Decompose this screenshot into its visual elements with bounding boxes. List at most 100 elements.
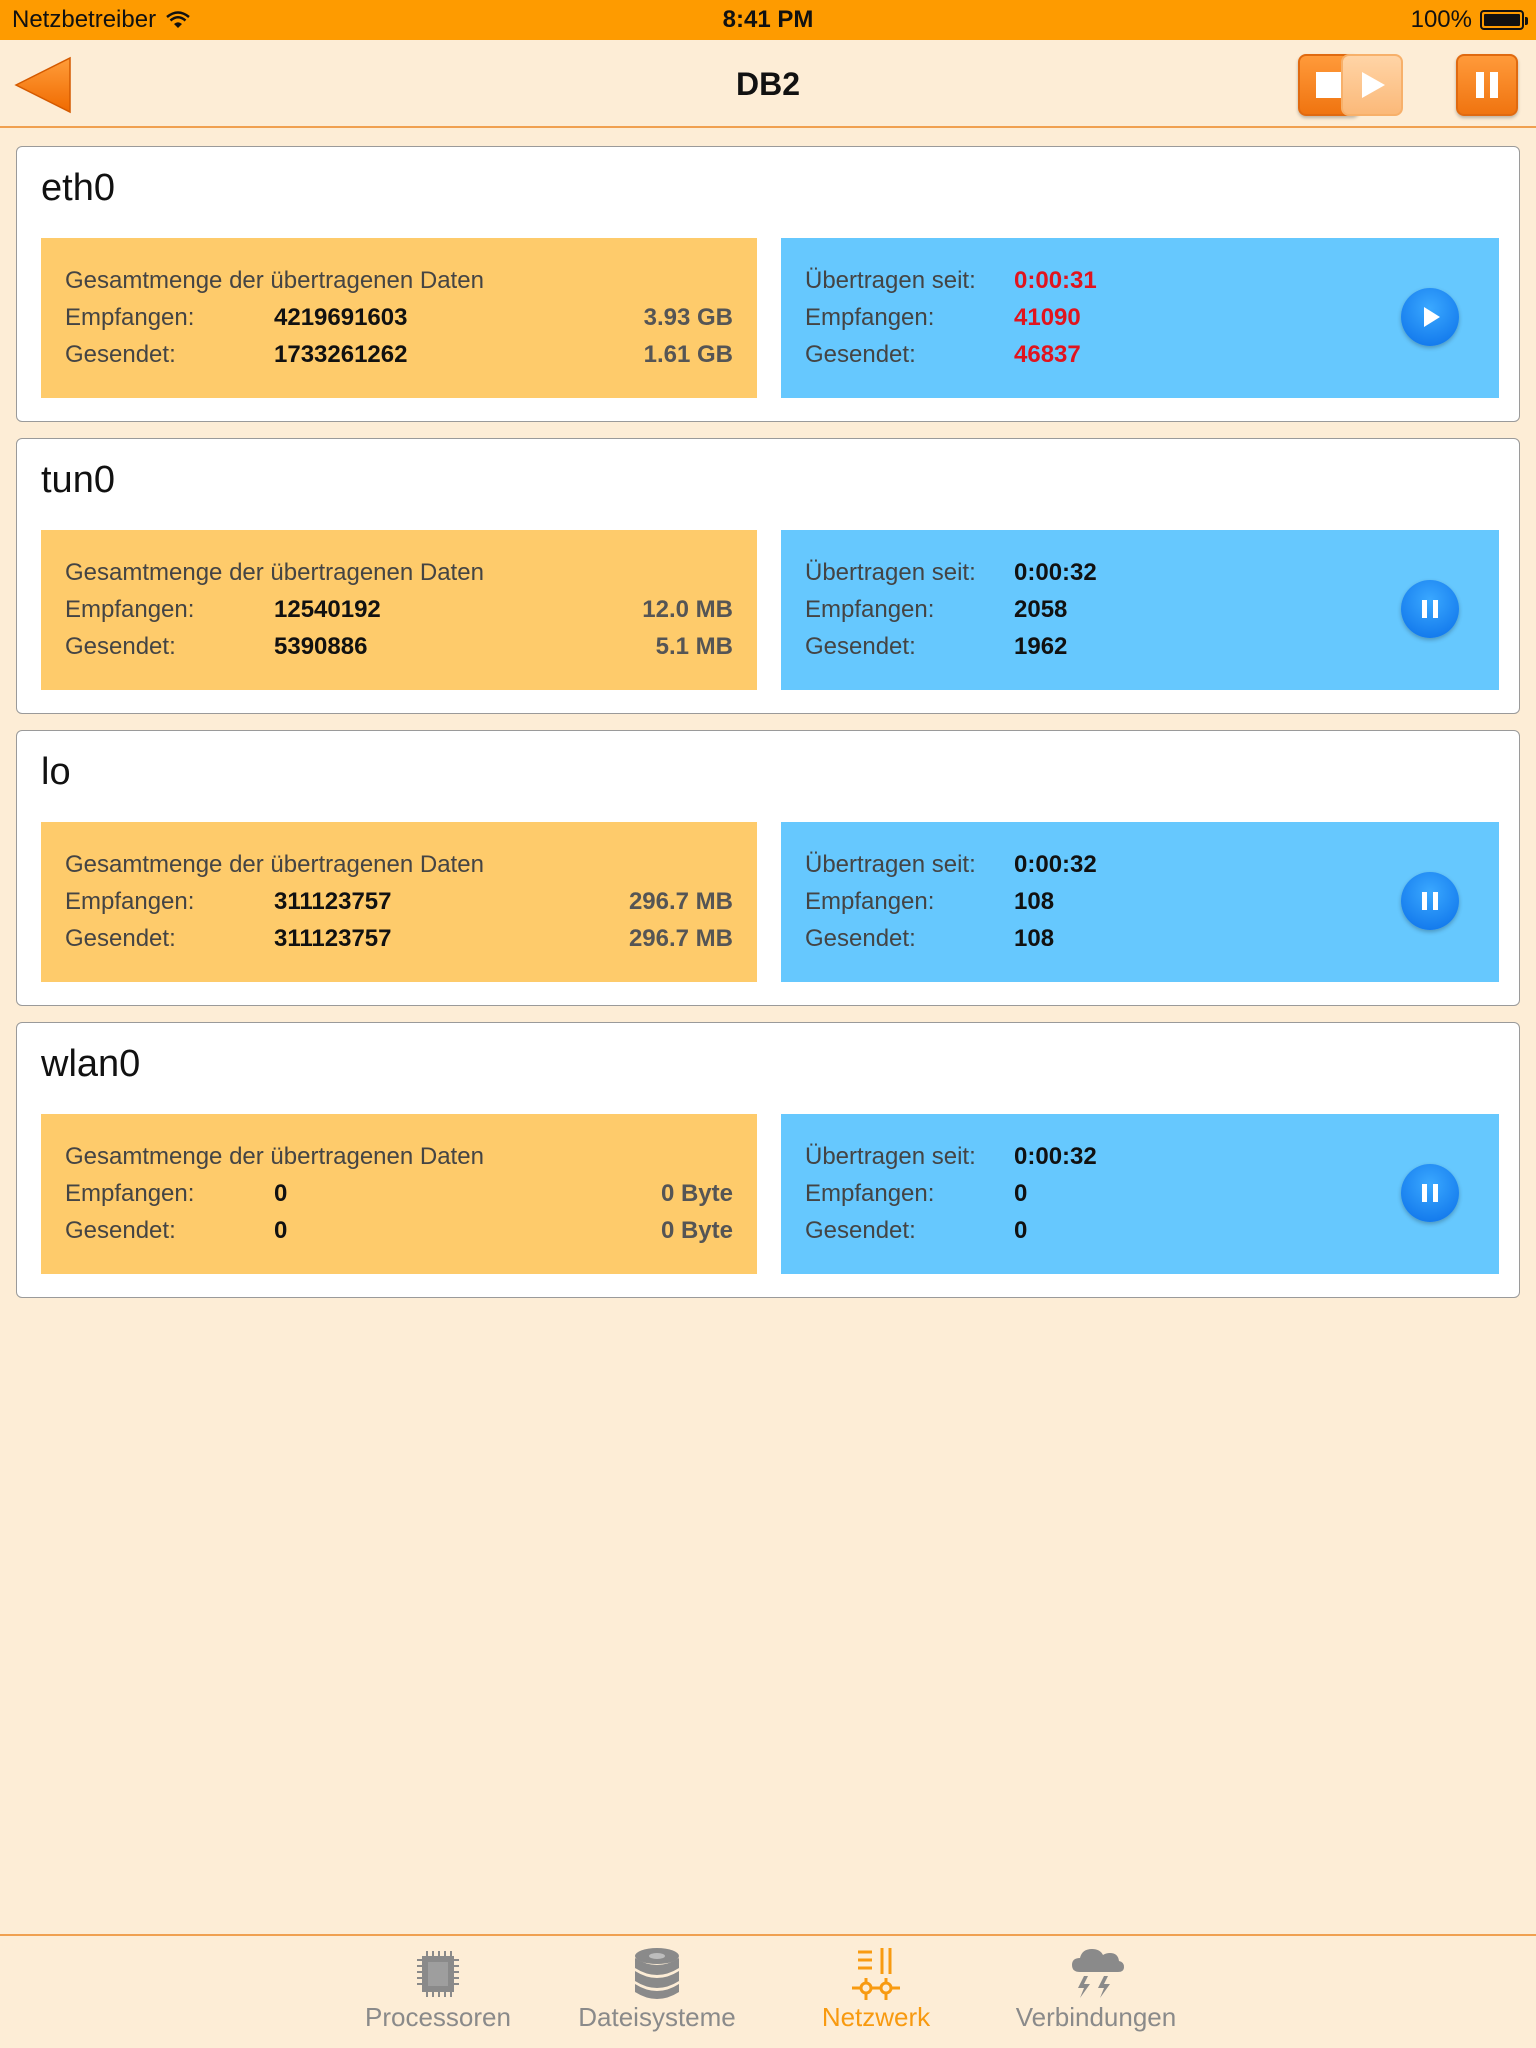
live-sent-label: Gesendet:: [805, 925, 916, 952]
play-all-button[interactable]: [1341, 54, 1403, 116]
tab-label: Dateisysteme: [578, 2002, 736, 2032]
live-sent-value: 46837: [1014, 341, 1081, 368]
received-size: 296.7 MB: [628, 888, 733, 915]
tab-label: Netzwerk: [821, 2002, 931, 2032]
live-sent-value: 108: [1014, 925, 1055, 952]
live-received-value: 0: [1014, 1180, 1028, 1207]
pause-button[interactable]: [1401, 580, 1459, 638]
since-value: 0:00:32: [1014, 559, 1097, 586]
clock: 8:41 PM: [722, 6, 814, 33]
received-size: 3.93 GB: [643, 304, 733, 331]
total-data-panel: Gesamtmenge der übertragenen Daten Empfa…: [41, 238, 757, 398]
interface-card-lo: lo Gesamtmenge der übertragenen Daten Em…: [16, 730, 1520, 1006]
interface-name: eth0: [41, 167, 115, 209]
live-received-value: 2058: [1014, 596, 1068, 623]
pause-button[interactable]: [1401, 1164, 1459, 1222]
received-bytes: 12540192: [274, 596, 381, 623]
received-bytes: 311123757: [274, 888, 392, 915]
pause-icon: [1422, 892, 1438, 910]
live-data-panel: Übertragen seit: 0:00:31 Empfangen: 4109…: [781, 238, 1499, 398]
since-label: Übertragen seit:: [805, 1143, 976, 1170]
tab-label: Verbindungen: [1015, 2002, 1177, 2032]
interface-name: lo: [41, 751, 71, 793]
total-data-panel: Gesamtmenge der übertragenen Daten Empfa…: [41, 1114, 757, 1274]
total-heading: Gesamtmenge der übertragenen Daten: [65, 267, 484, 294]
pause-icon: [1422, 1184, 1438, 1202]
sent-bytes: 5390886: [274, 633, 368, 660]
sent-bytes: 0: [274, 1217, 288, 1244]
tab-label: Processoren: [365, 2002, 511, 2032]
since-label: Übertragen seit:: [805, 559, 976, 586]
interface-card-wlan0: wlan0 Gesamtmenge der übertragenen Daten…: [16, 1022, 1520, 1298]
sent-label: Gesendet:: [65, 341, 176, 368]
interface-name: tun0: [41, 459, 115, 501]
sent-size: 5.1 MB: [655, 633, 733, 660]
live-received-label: Empfangen:: [805, 1180, 935, 1207]
received-size: 12.0 MB: [642, 596, 733, 623]
live-sent-value: 0: [1014, 1217, 1028, 1244]
storm-cloud-icon: [1072, 1949, 1124, 1998]
database-icon: [635, 1948, 679, 1999]
pause-icon: [1476, 72, 1498, 98]
live-data-panel: Übertragen seit: 0:00:32 Empfangen: 2058…: [781, 530, 1499, 690]
network-icon: [852, 1948, 900, 2000]
live-received-label: Empfangen:: [805, 888, 935, 915]
total-heading: Gesamtmenge der übertragenen Daten: [65, 559, 484, 586]
received-label: Empfangen:: [65, 304, 195, 331]
received-bytes: 4219691603: [274, 304, 408, 331]
tab-bar: Processoren Dateisysteme Netzwerk Verbin…: [0, 1934, 1536, 2048]
sent-label: Gesendet:: [65, 925, 176, 952]
since-value: 0:00:32: [1014, 851, 1097, 878]
resume-button[interactable]: [1401, 288, 1459, 346]
interface-card-tun0: tun0 Gesamtmenge der übertragenen Daten …: [16, 438, 1520, 714]
live-sent-label: Gesendet:: [805, 341, 916, 368]
live-data-panel: Übertragen seit: 0:00:32 Empfangen: 108 …: [781, 822, 1499, 982]
play-icon: [1362, 72, 1385, 98]
interface-card-eth0: eth0 Gesamtmenge der übertragenen Daten …: [16, 146, 1520, 422]
pause-all-button[interactable]: [1456, 54, 1518, 116]
pause-icon: [1422, 600, 1438, 618]
total-data-panel: Gesamtmenge der übertragenen Daten Empfa…: [41, 530, 757, 690]
since-label: Übertragen seit:: [805, 267, 976, 294]
since-value: 0:00:31: [1014, 267, 1097, 294]
live-sent-value: 1962: [1014, 633, 1068, 660]
battery-icon: [1480, 10, 1528, 30]
live-sent-label: Gesendet:: [805, 633, 916, 660]
live-received-value: 41090: [1014, 304, 1081, 331]
sent-bytes: 1733261262: [274, 341, 408, 368]
tab-verbindungen[interactable]: Verbindungen: [996, 1944, 1196, 2044]
sent-size: 296.7 MB: [628, 925, 733, 952]
live-sent-label: Gesendet:: [805, 1217, 916, 1244]
received-label: Empfangen:: [65, 888, 195, 915]
since-label: Übertragen seit:: [805, 851, 976, 878]
live-data-panel: Übertragen seit: 0:00:32 Empfangen: 0 Ge…: [781, 1114, 1499, 1274]
live-received-label: Empfangen:: [805, 304, 935, 331]
received-label: Empfangen:: [65, 596, 195, 623]
navigation-bar: DB2: [0, 40, 1536, 128]
tab-dateisysteme[interactable]: Dateisysteme: [557, 1944, 757, 2044]
received-label: Empfangen:: [65, 1180, 195, 1207]
sent-bytes: 311123757: [274, 925, 392, 952]
status-bar: Netzbetreiber 8:41 PM 100%: [0, 0, 1536, 40]
stop-icon: [1316, 72, 1342, 98]
total-data-panel: Gesamtmenge der übertragenen Daten Empfa…: [41, 822, 757, 982]
since-value: 0:00:32: [1014, 1143, 1097, 1170]
live-received-label: Empfangen:: [805, 596, 935, 623]
sent-label: Gesendet:: [65, 633, 176, 660]
tab-processoren[interactable]: Processoren: [338, 1944, 538, 2044]
received-size: 0 Byte: [660, 1180, 733, 1207]
live-received-value: 108: [1014, 888, 1055, 915]
play-icon: [1424, 307, 1440, 327]
tab-netzwerk[interactable]: Netzwerk: [776, 1944, 976, 2044]
sent-size: 0 Byte: [660, 1217, 733, 1244]
received-bytes: 0: [274, 1180, 288, 1207]
total-heading: Gesamtmenge der übertragenen Daten: [65, 1143, 484, 1170]
pause-button[interactable]: [1401, 872, 1459, 930]
sent-size: 1.61 GB: [643, 341, 733, 368]
cpu-icon: [417, 1951, 459, 1997]
interface-name: wlan0: [41, 1043, 141, 1085]
sent-label: Gesendet:: [65, 1217, 176, 1244]
battery-status: 100%: [1410, 0, 1528, 40]
total-heading: Gesamtmenge der übertragenen Daten: [65, 851, 484, 878]
battery-percent: 100%: [1410, 6, 1472, 33]
